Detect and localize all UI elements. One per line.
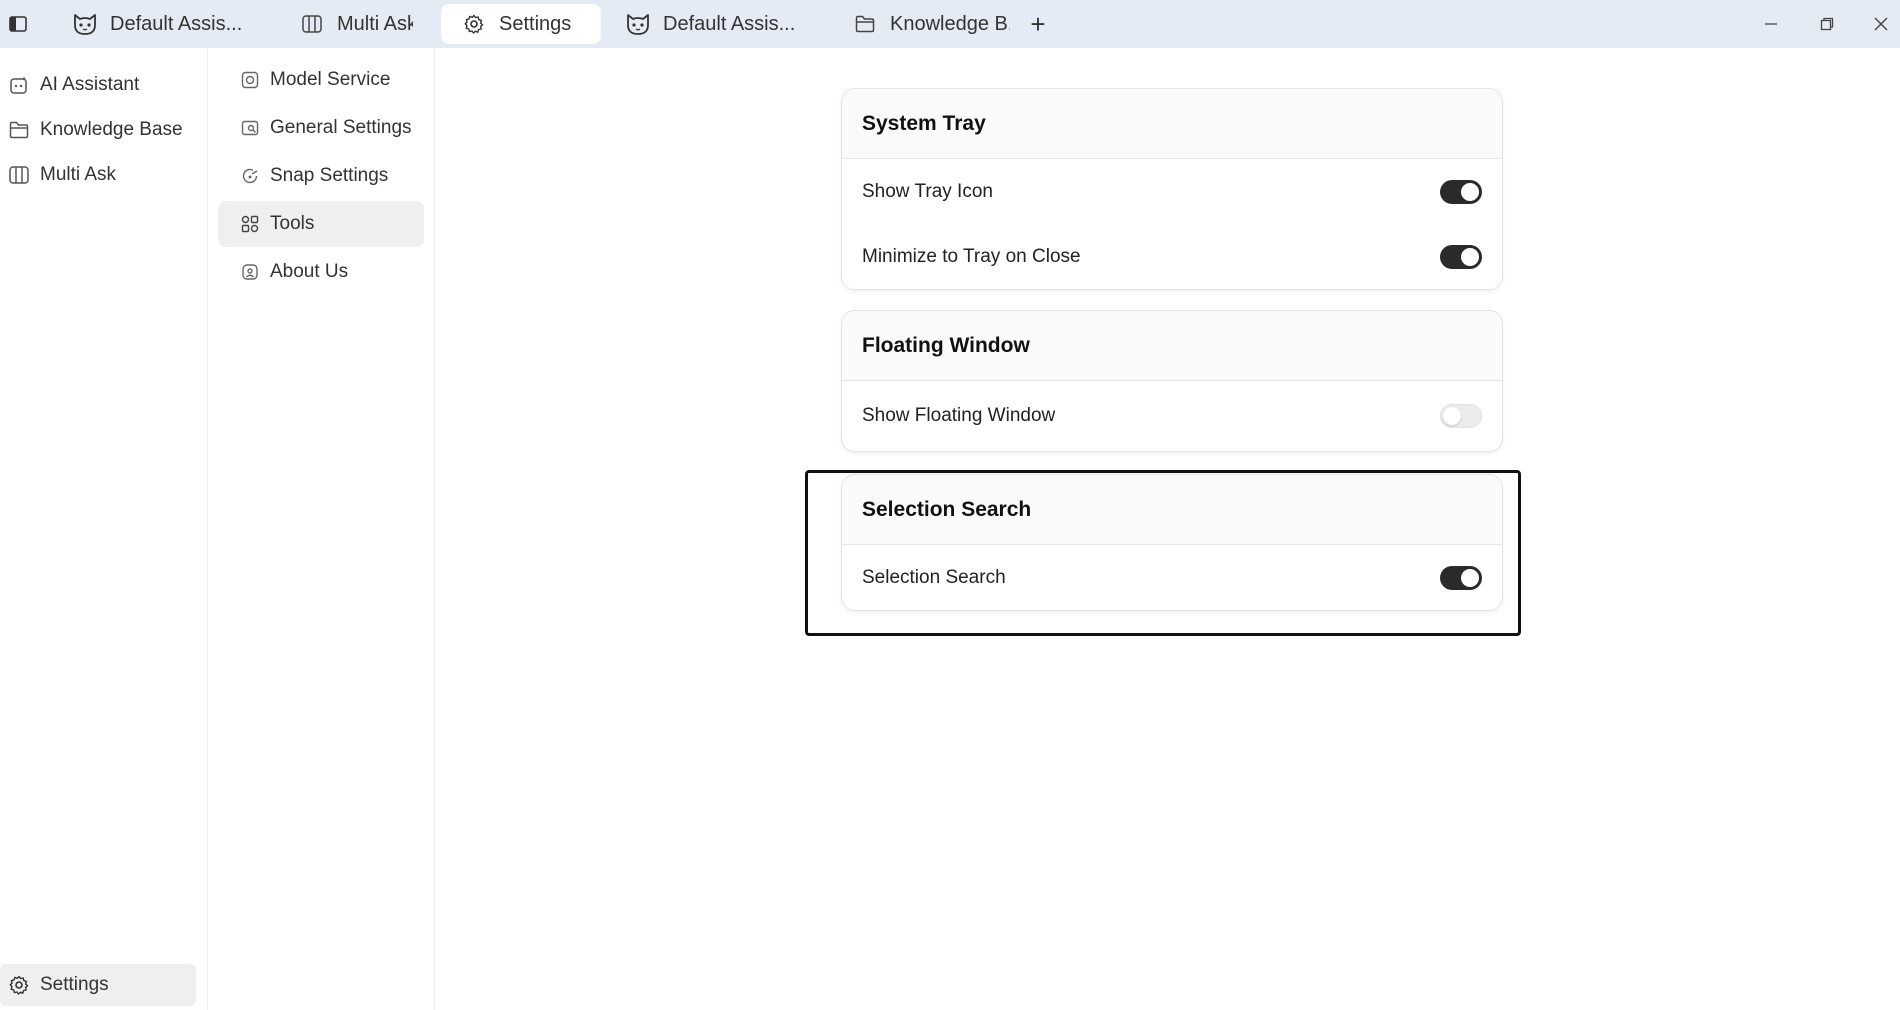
setting-label: Show Floating Window — [862, 405, 1056, 426]
nav-item-knowledge-base[interactable]: Knowledge Base — [0, 109, 196, 151]
tab-label: Default Assis... — [663, 12, 796, 35]
show-tray-icon-toggle[interactable] — [1440, 179, 1482, 204]
cat-face-icon — [72, 11, 98, 37]
sidebar-toggle-button[interactable] — [0, 0, 36, 48]
menu-item-label: Model Service — [270, 69, 391, 90]
tab-strip: Default Assis... Multi Ask Settings Defa… — [36, 0, 1058, 48]
settings-content: System Tray Show Tray Icon Minimize to T… — [436, 48, 1900, 1010]
minimize-icon — [1765, 23, 1777, 25]
menu-item-snap-settings[interactable]: Snap Settings — [218, 153, 424, 199]
menu-item-label: About Us — [270, 261, 349, 282]
cat-face-icon — [625, 11, 651, 37]
assistant-icon — [8, 74, 30, 96]
close-button[interactable] — [1856, 0, 1900, 48]
columns-icon — [299, 11, 325, 37]
model-icon — [240, 70, 260, 90]
menu-item-tools[interactable]: Tools — [218, 201, 424, 247]
setting-label: Minimize to Tray on Close — [862, 245, 1081, 267]
nav-item-ai-assistant[interactable]: AI Assistant — [0, 64, 196, 106]
tab-default-assistant-2[interactable]: Default Assis... — [615, 4, 820, 44]
snap-icon — [240, 166, 260, 186]
setting-row-show-tray-icon: Show Tray Icon — [842, 159, 1502, 224]
info-icon — [240, 262, 260, 282]
close-icon — [1874, 17, 1888, 31]
nav-item-label: Knowledge Base — [40, 119, 183, 140]
nav-item-label: Settings — [40, 974, 109, 995]
setting-label: Show Tray Icon — [862, 180, 993, 202]
menu-item-label: Snap Settings — [270, 165, 389, 186]
nav-item-label: AI Assistant — [40, 74, 140, 95]
settings-menu: Model Service General Settings Snap Sett… — [208, 48, 435, 1010]
nav-item-settings[interactable]: Settings — [0, 964, 196, 1006]
tab-multi-ask[interactable]: Multi Ask — [263, 4, 413, 44]
card-title: System Tray — [842, 89, 1502, 159]
tab-default-assistant-1[interactable]: Default Assis... — [50, 4, 255, 44]
general-icon — [240, 118, 260, 138]
folder-icon — [852, 11, 878, 37]
nav-item-label: Multi Ask — [40, 164, 117, 185]
add-tab-button[interactable]: + — [1018, 4, 1058, 44]
tab-label: Multi Ask — [337, 12, 413, 35]
plus-icon: + — [1030, 8, 1046, 39]
menu-item-model-service[interactable]: Model Service — [218, 57, 424, 103]
floating-window-card: Floating Window Show Floating Window — [841, 310, 1503, 452]
left-navigation: AI Assistant Knowledge Base Multi Ask Se… — [0, 48, 208, 1010]
menu-item-label: General Settings — [270, 117, 412, 138]
restore-icon — [1820, 17, 1834, 31]
tab-knowledge-base[interactable]: Knowledge B... — [830, 4, 1010, 44]
sidebar-toggle-icon — [9, 16, 27, 32]
maximize-button[interactable] — [1802, 0, 1852, 48]
gear-icon — [8, 974, 30, 996]
tab-settings[interactable]: Settings — [441, 4, 601, 44]
title-bar: Default Assis... Multi Ask Settings Defa… — [0, 0, 1900, 48]
nav-item-multi-ask[interactable]: Multi Ask — [0, 154, 196, 196]
gear-icon — [461, 11, 487, 37]
tab-label: Knowledge B... — [890, 12, 1010, 35]
show-floating-window-toggle[interactable] — [1440, 404, 1482, 428]
tab-label: Settings — [499, 12, 572, 35]
minimize-to-tray-toggle[interactable] — [1440, 244, 1482, 269]
folder-icon — [8, 119, 30, 141]
tools-icon — [240, 214, 260, 234]
columns-icon — [8, 164, 30, 186]
system-tray-card: System Tray Show Tray Icon Minimize to T… — [841, 88, 1503, 290]
minimize-button[interactable] — [1746, 0, 1796, 48]
menu-item-general-settings[interactable]: General Settings — [218, 105, 424, 151]
setting-row-show-floating-window: Show Floating Window — [842, 381, 1502, 451]
card-title: Floating Window — [842, 311, 1502, 381]
focus-highlight-box — [805, 470, 1521, 636]
menu-item-label: Tools — [270, 213, 315, 234]
menu-item-about-us[interactable]: About Us — [218, 249, 424, 295]
tab-label: Default Assis... — [110, 12, 243, 35]
setting-row-minimize-to-tray: Minimize to Tray on Close — [842, 224, 1502, 289]
